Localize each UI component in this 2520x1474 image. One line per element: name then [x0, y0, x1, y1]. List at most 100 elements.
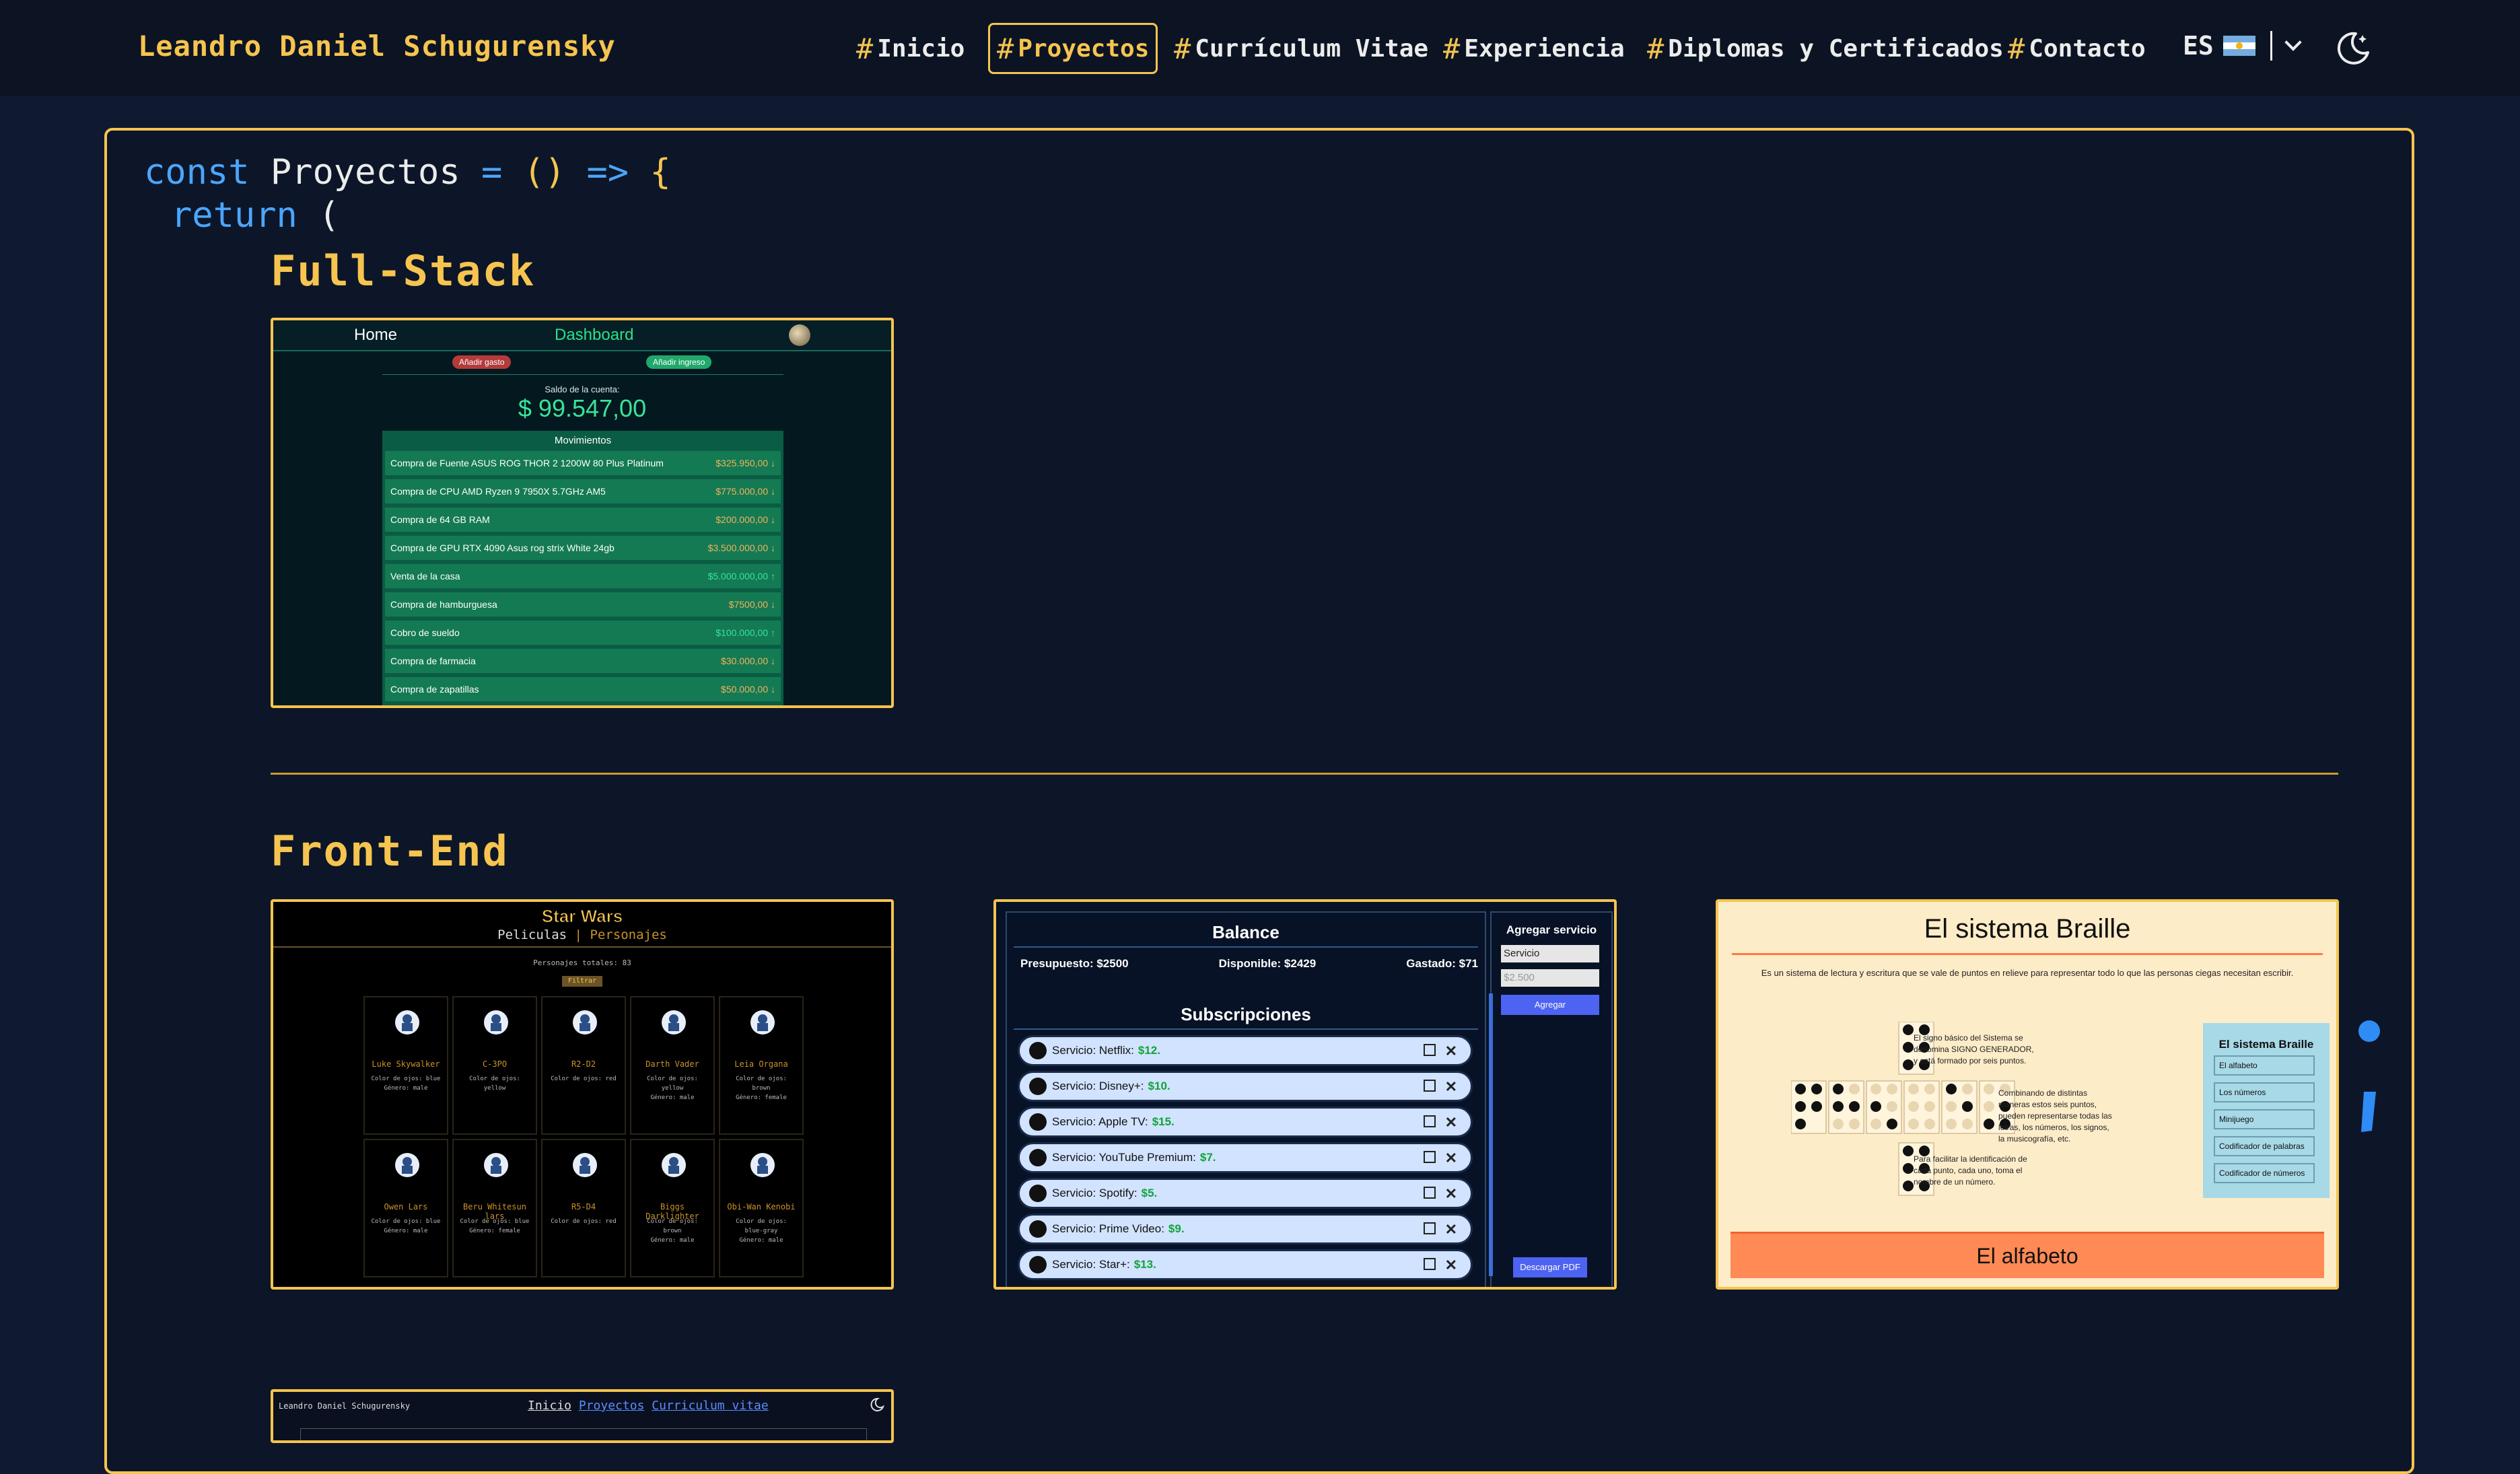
service-price: $15. [1152, 1115, 1175, 1128]
character-name: Luke Skywalker [372, 1059, 440, 1069]
movement-row: Cobro de sueldo $100.000,00 ↑ [385, 621, 781, 645]
character-card: R5-D4 Color de ojos: red [541, 1139, 626, 1277]
nav-label: Experiencia [1464, 34, 1625, 63]
movement-row: Compra de zapatillas $50.000,00 ↓ [385, 677, 781, 701]
service-item: Servicio: Prime Video: $9. ✕ [1018, 1214, 1473, 1244]
movement-description: Venta de la casa [390, 571, 460, 582]
nav-curriculum[interactable]: # Currículum Vitae [1167, 23, 1435, 74]
code-name: Proyectos [270, 152, 460, 192]
character-card: Leia Organa Color de ojos: brown Género: … [719, 996, 804, 1135]
finance-home-link: Home [354, 326, 398, 344]
delete-icon: ✕ [1444, 1257, 1457, 1273]
service-label: Servicio: Spotify: [1052, 1187, 1138, 1199]
movement-amount: $325.950,00 ↓ [715, 458, 775, 468]
service-logo-icon [1029, 1256, 1047, 1273]
character-details: Color de ojos: yellow Género: male [647, 1076, 698, 1101]
braille-title: El sistema Braille [1924, 914, 2131, 944]
movement-description: Compra de Fuente ASUS ROG THOR 2 1200W 8… [390, 458, 664, 468]
chevron-down-icon [2284, 34, 2302, 51]
nav-experiencia[interactable]: # Experiencia [1436, 23, 1632, 74]
add-expense-button: Añadir gasto [452, 355, 512, 369]
service-logo-icon [1029, 1185, 1047, 1202]
character-details: Color de ojos: blue Género: female [460, 1218, 530, 1234]
project-card-braille[interactable]: El sistema Braille Es un sistema de lect… [1716, 899, 2339, 1290]
portfolio-nav-proyectos: Proyectos [578, 1399, 645, 1413]
character-name: Obi-Wan Kenobi [727, 1202, 796, 1212]
service-item: Servicio: Star+: $13. ✕ [1018, 1249, 1473, 1280]
character-details: Color de ojos: brown Género: female [736, 1076, 787, 1101]
moon-icon[interactable] [2336, 30, 2372, 66]
character-avatar-icon [395, 1153, 419, 1177]
code-brace: { [650, 152, 671, 192]
service-label: Servicio: Netflix: [1052, 1044, 1134, 1057]
nav-proyectos[interactable]: # Proyectos [988, 23, 1158, 74]
project-card-finance[interactable]: Home Dashboard Añadir gasto Añadir ingre… [271, 318, 894, 708]
tab-peliculas: Peliculas [497, 927, 567, 942]
movement-row: Venta de la casa $5.000.000,00 ↑ [385, 564, 781, 588]
character-card: Darth Vader Color de ojos: yellow Género:… [630, 996, 715, 1135]
service-price: $9. [1168, 1222, 1185, 1235]
movement-row: Compra de hamburguesa $7500,00 ↓ [385, 592, 781, 617]
portfolio-brand: Leandro Daniel Schugurensky [279, 1401, 411, 1411]
top-navbar: Leandro Daniel Schugurensky # Inicio # Pro… [0, 0, 2520, 96]
braille-description: Es un sistema de lectura y escritura que… [1761, 968, 2294, 978]
nav-contacto[interactable]: # Contacto [2001, 23, 2152, 74]
character-avatar-icon [395, 1010, 419, 1034]
nav-inicio[interactable]: # Inicio [849, 23, 971, 74]
service-item: Servicio: Spotify: $5. ✕ [1018, 1178, 1473, 1209]
finance-dashboard-link: Dashboard [555, 326, 634, 344]
character-avatar-icon [662, 1153, 686, 1177]
divider [2270, 31, 2272, 61]
character-details: Color de ojos: blue-gray Género: male [736, 1218, 787, 1244]
tab-separator: | [574, 927, 582, 942]
total-characters: Personajes totales: 83 [533, 958, 631, 967]
project-card-starwars[interactable]: Star Wars Peliculas | Personajes Persona… [271, 899, 894, 1290]
character-card: Biggs Darklighter Color de ojos: brown Gé… [630, 1139, 715, 1277]
budget-value: Presupuesto: $2500 [1020, 957, 1129, 970]
movement-description: Compra de hamburguesa [390, 599, 497, 610]
menu-item-alfabeto: El alfabeto [2214, 1055, 2315, 1076]
nav-diplomas[interactable]: # Diplomas y Certificados [1640, 23, 2010, 74]
movements-list: Movimientos Compra de Fuente ASUS ROG TH… [382, 431, 783, 705]
nav-label: Inicio [877, 34, 965, 63]
character-details: Color de ojos: brown Género: male [647, 1218, 698, 1244]
service-label: Servicio: Star+: [1052, 1258, 1130, 1271]
hash-icon: # [856, 32, 874, 65]
delete-icon: ✕ [1444, 1150, 1457, 1166]
edit-icon [1424, 1080, 1436, 1092]
section-title-frontend: Front-End [271, 827, 509, 876]
character-name: Owen Lars [384, 1202, 428, 1212]
portfolio-content-frame [300, 1428, 867, 1440]
portfolio-nav-cv: Curriculum vitae [652, 1399, 769, 1413]
service-select: Servicio [1501, 945, 1599, 962]
moon-icon [870, 1397, 884, 1411]
budget-main: Balance Presupuesto: $2500 Disponible: $… [1006, 911, 1486, 1287]
character-avatar-icon [484, 1153, 508, 1177]
subscriptions-title: Subscripciones [1181, 1004, 1311, 1024]
project-card-portfolio[interactable]: Leandro Daniel Schugurensky Inicio Proye… [271, 1389, 894, 1443]
menu-item-numeros: Los números [2214, 1082, 2315, 1102]
service-item: Servicio: Disney+: $10. ✕ [1018, 1071, 1473, 1102]
starwars-tabs: Peliculas | Personajes [273, 927, 891, 942]
filter-button: Filtrar [562, 976, 602, 987]
movement-row: Compra de farmacia $30.000,00 ↓ [385, 649, 781, 673]
balance-value: $ 99.547,00 [518, 394, 647, 422]
character-details: Color de ojos: blue Género: male [371, 1076, 441, 1092]
braille-text-2: Combinando de distintas maneras estos se… [1998, 1088, 2112, 1144]
characters-grid: Luke Skywalker Color de ojos: blue Género… [363, 996, 808, 1277]
nav-label: Diplomas y Certificados [1668, 34, 2004, 63]
available-value: Disponible: $2429 [1218, 957, 1317, 970]
delete-icon: ✕ [1444, 1185, 1457, 1202]
code-parens: () [523, 152, 566, 192]
section-divider [271, 773, 2338, 775]
code-eq: = [481, 152, 503, 192]
language-selector[interactable]: ES [2183, 31, 2302, 61]
character-name: R2-D2 [571, 1059, 596, 1069]
service-logo-icon [1029, 1149, 1047, 1166]
movements-title: Movimientos [554, 435, 612, 446]
project-card-budget[interactable]: Balance Presupuesto: $2500 Disponible: $… [993, 899, 1617, 1290]
movement-description: Compra de farmacia [390, 656, 476, 666]
service-logo-icon [1029, 1220, 1047, 1238]
brand-name[interactable]: Leandro Daniel Schugurensky [138, 30, 616, 63]
services-list: Servicio: Netflix: $12. ✕ Servicio: Disney+… [1018, 1035, 1473, 1285]
